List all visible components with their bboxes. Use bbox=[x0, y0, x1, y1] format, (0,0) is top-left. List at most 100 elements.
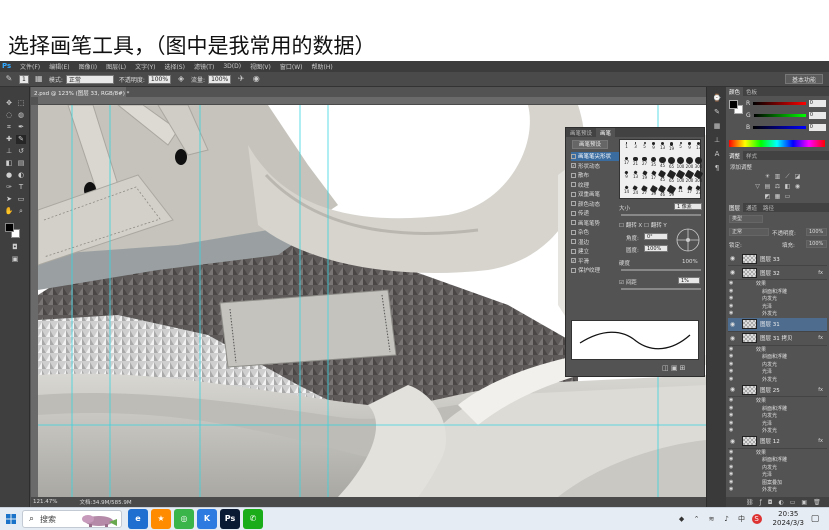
blur-tool-icon[interactable]: ● bbox=[4, 171, 14, 180]
category-checkbox[interactable] bbox=[571, 191, 576, 197]
brush-category-item[interactable]: 散布 bbox=[571, 171, 623, 180]
new-adjustment-icon[interactable]: ◐ bbox=[779, 499, 784, 506]
category-checkbox[interactable] bbox=[571, 248, 576, 254]
paragraph-panel-icon[interactable]: ¶ bbox=[712, 163, 722, 173]
taskbar-app-browser-360-icon[interactable]: ◎ bbox=[174, 509, 194, 529]
tab-paths[interactable]: 路径 bbox=[760, 203, 777, 212]
effect-eye-icon[interactable]: ◉ bbox=[729, 420, 733, 426]
effect-eye-icon[interactable]: ◉ bbox=[729, 471, 733, 477]
brush-presets-button[interactable]: 画笔预设 bbox=[572, 140, 608, 149]
brush-category-item[interactable]: 画笔笔势 bbox=[571, 219, 623, 228]
effect-eye-icon[interactable]: ◉ bbox=[729, 479, 733, 485]
category-checkbox[interactable] bbox=[571, 229, 576, 235]
clone-source-icon[interactable]: ⊥ bbox=[712, 135, 722, 145]
document-tab[interactable]: 2.psd @ 123% (图层 33, RGB/8#) * bbox=[31, 87, 129, 97]
brush-size-picker[interactable]: 1 bbox=[19, 74, 29, 84]
layer-row[interactable]: ◉ 图层 25 fx bbox=[728, 383, 827, 397]
brush-tip[interactable]: 23 bbox=[693, 184, 704, 196]
taskbar-app-app-k-icon[interactable]: K bbox=[197, 509, 217, 529]
workspace-switcher[interactable]: 基本功能 bbox=[784, 74, 823, 84]
red-value[interactable]: 0 bbox=[808, 100, 826, 107]
healing-tool-icon[interactable]: ✚ bbox=[4, 135, 14, 144]
tab-swatches[interactable]: 色板 bbox=[743, 87, 760, 96]
brush-category-item[interactable]: 建立 bbox=[571, 247, 623, 256]
brush-category-item[interactable]: ✓ 平滑 bbox=[571, 257, 623, 266]
tab-brush[interactable]: 画笔 bbox=[596, 128, 616, 137]
layer-effect-row[interactable]: ◉ 光泽 bbox=[728, 368, 827, 376]
crop-tool-icon[interactable]: ⌗ bbox=[4, 123, 14, 132]
zoom-level[interactable]: 121.47% bbox=[33, 499, 57, 505]
effect-eye-icon[interactable]: ◉ bbox=[729, 310, 733, 316]
menu-edit[interactable]: 编辑(E) bbox=[49, 62, 69, 71]
layer-effect-row[interactable]: ◉ 光泽 bbox=[728, 471, 827, 479]
layer-effect-row[interactable]: ◉ 斜面和浮雕 bbox=[728, 353, 827, 361]
blue-value[interactable]: 0 bbox=[808, 124, 826, 131]
pen-tool-icon[interactable]: ✑ bbox=[4, 183, 14, 192]
delete-layer-icon[interactable]: 🗑 bbox=[813, 499, 821, 506]
menu-help[interactable]: 帮助(H) bbox=[312, 62, 333, 71]
ime-indicator[interactable]: 中 bbox=[737, 514, 747, 524]
input-method-icon[interactable]: S bbox=[751, 514, 762, 524]
effect-eye-icon[interactable]: ◉ bbox=[729, 412, 733, 418]
size-slider[interactable] bbox=[621, 214, 701, 216]
layer-effect-row[interactable]: ◉ 斜面和浮雕 bbox=[728, 456, 827, 464]
layer-effect-row[interactable]: ◉ 图案叠加 bbox=[728, 479, 827, 487]
brush-category-item[interactable]: 保护纹理 bbox=[571, 266, 623, 275]
menu-view[interactable]: 视图(V) bbox=[250, 62, 271, 71]
brush-panel-toggle-icon[interactable]: ▦ bbox=[34, 74, 44, 84]
brush-panel-footer-icons[interactable]: ◫ ▣ ⊞ bbox=[662, 364, 686, 372]
gradient-map-adjust-icon[interactable]: ▭ bbox=[784, 193, 791, 200]
volume-icon[interactable]: ♪ bbox=[722, 514, 732, 524]
tab-brush-presets[interactable]: 画笔预设 bbox=[566, 128, 596, 137]
effect-eye-icon[interactable]: ◉ bbox=[729, 288, 733, 294]
color-balance-adjust-icon[interactable]: ⚖ bbox=[774, 183, 781, 190]
tab-layers[interactable]: 图层 bbox=[726, 203, 744, 212]
layer-fx-badge[interactable]: fx bbox=[818, 270, 823, 276]
layer-effect-row[interactable]: ◉ 光泽 bbox=[728, 420, 827, 428]
brush-panel-icon[interactable]: ✎ bbox=[712, 107, 722, 117]
category-checkbox[interactable] bbox=[571, 220, 576, 226]
layer-row[interactable]: ◉ 图层 31 bbox=[728, 317, 827, 332]
hand-tool-icon[interactable]: ✋ bbox=[4, 207, 14, 216]
layer-effect-row[interactable]: ◉ 斜面和浮雕 bbox=[728, 405, 827, 413]
brush-tip[interactable]: 13 bbox=[693, 141, 704, 152]
effect-eye-icon[interactable]: ◉ bbox=[729, 368, 733, 374]
effect-eye-icon[interactable]: ◉ bbox=[729, 449, 733, 455]
brush-category-item[interactable]: 传递 bbox=[571, 209, 623, 218]
exposure-adjust-icon[interactable]: ◪ bbox=[794, 173, 801, 180]
layer-effect-row[interactable]: ◉ 效果 bbox=[728, 449, 827, 457]
zoom-tool-icon[interactable]: ⌕ bbox=[16, 207, 26, 216]
fill-field[interactable]: 100% bbox=[806, 240, 827, 248]
visibility-eye-icon[interactable]: ◉ bbox=[728, 255, 737, 262]
link-layers-icon[interactable]: ⛓ bbox=[746, 499, 754, 506]
brush-presets-icon[interactable]: ▦ bbox=[712, 121, 722, 131]
layer-effect-row[interactable]: ◉ 光泽 bbox=[728, 303, 827, 311]
opacity-field[interactable]: 100% bbox=[147, 74, 172, 84]
layer-row[interactable]: ◉ 图层 33 bbox=[728, 252, 827, 266]
brush-category-item[interactable]: 颜色动态 bbox=[571, 200, 623, 209]
visibility-eye-icon[interactable]: ◉ bbox=[728, 335, 737, 342]
pressure-opacity-icon[interactable]: ◈ bbox=[176, 74, 186, 84]
layer-fx-badge[interactable]: fx bbox=[818, 387, 823, 393]
path-select-tool-icon[interactable]: ➤ bbox=[4, 195, 14, 204]
effect-eye-icon[interactable]: ◉ bbox=[729, 353, 733, 359]
start-button[interactable] bbox=[0, 508, 22, 530]
layer-effect-row[interactable]: ◉ 斜面和浮雕 bbox=[728, 288, 827, 296]
effect-eye-icon[interactable]: ◉ bbox=[729, 280, 733, 286]
flip-x-checkbox[interactable]: ☐ 翻转 X bbox=[619, 221, 642, 229]
notification-icon[interactable]: ▢ bbox=[810, 514, 820, 524]
tray-expand-icon[interactable]: ⌃ bbox=[692, 514, 702, 524]
levels-adjust-icon[interactable]: ▥ bbox=[774, 173, 781, 180]
hue-adjust-icon[interactable]: ▤ bbox=[764, 183, 771, 190]
flow-field[interactable]: 100% bbox=[208, 74, 232, 84]
effect-eye-icon[interactable]: ◉ bbox=[729, 346, 733, 352]
add-style-icon[interactable]: ƒ bbox=[760, 499, 762, 506]
layer-effect-row[interactable]: ◉ 内发光 bbox=[728, 295, 827, 303]
category-checkbox[interactable] bbox=[571, 182, 576, 188]
category-checkbox[interactable] bbox=[571, 210, 576, 216]
layer-row[interactable]: ◉ 图层 31 拷贝 fx bbox=[728, 332, 827, 346]
airbrush-icon[interactable]: ✈ bbox=[236, 74, 246, 84]
quick-mask-icon[interactable]: ◘ bbox=[10, 243, 20, 252]
tab-color[interactable]: 颜色 bbox=[726, 87, 744, 96]
wifi-icon[interactable]: ≋ bbox=[707, 514, 717, 524]
